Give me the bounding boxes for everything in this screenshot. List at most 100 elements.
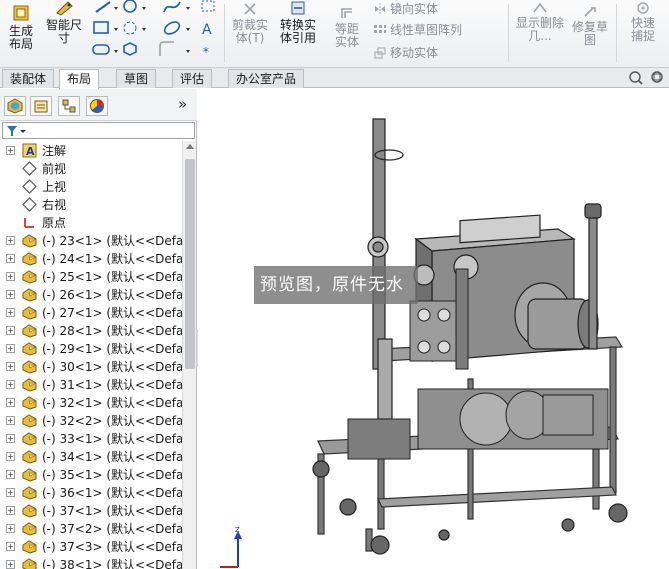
tab-assembly[interactable]: 装配体: [2, 69, 55, 88]
triad-z-label: z: [235, 525, 240, 535]
tree-item-label: (-) 35<1> (默认<<Defau: [42, 467, 182, 482]
tab-layout[interactable]: 布局: [59, 69, 100, 89]
display-manager-tab[interactable]: [86, 96, 108, 116]
configuration-manager-tab[interactable]: [58, 96, 80, 116]
part-icon: [22, 341, 37, 356]
expand-toggle-icon[interactable]: +: [6, 451, 15, 461]
tree-item[interactable]: + (-) 32<2> (默认<<Defau: [0, 411, 182, 429]
feature-manager-tab[interactable]: [4, 96, 26, 116]
plane-icon: [22, 160, 37, 176]
expand-toggle-icon[interactable]: +: [6, 289, 15, 299]
linear-sketch-pattern-label: 线性草图阵列: [390, 23, 463, 37]
quick-snap-icon: [637, 2, 649, 14]
tree-item-label: 原点: [42, 215, 67, 230]
tree-item-label: (-) 32<1> (默认<<Defau: [42, 395, 182, 410]
expand-toggle-icon[interactable]: +: [6, 541, 15, 551]
tree-item[interactable]: + (-) 32<1> (默认<<Defau: [0, 393, 182, 411]
expand-toggle-icon[interactable]: +: [6, 235, 15, 245]
tree-item[interactable]: + (-) 36<1> (默认<<Defau: [0, 483, 182, 501]
trim-entities-button[interactable]: 剪裁实体(T): [228, 2, 272, 45]
expand-toggle-icon[interactable]: +: [6, 433, 15, 443]
tree-item-label: (-) 26<1> (默认<<Defau: [42, 287, 182, 302]
expand-toggle-icon[interactable]: +: [6, 253, 15, 263]
tree-item[interactable]: + (-) 37<3> (默认<<Defau: [0, 537, 182, 555]
tree-item[interactable]: + (-) 34<1> (默认<<Defau: [0, 447, 182, 465]
expand-toggle-icon[interactable]: +: [6, 361, 15, 371]
linear-sketch-pattern-command[interactable]: 线性草图阵列: [374, 21, 462, 38]
scroll-up-arrow[interactable]: [186, 144, 194, 149]
expand-toggle-icon[interactable]: +: [6, 469, 15, 479]
mirror-entities-command[interactable]: 镜向实体: [374, 0, 438, 17]
polygon-point-icon: [123, 21, 137, 35]
tree-item[interactable]: + (-) 27<1> (默认<<Defau: [0, 303, 182, 321]
ellipse-icon: [163, 21, 181, 35]
move-icon: [374, 47, 386, 58]
tree-item[interactable]: + (-) 37<1> (默认<<Defau: [0, 501, 182, 519]
repair-sketch-icon: [584, 7, 596, 17]
expand-panel-icon[interactable]: »: [178, 95, 187, 113]
expand-toggle-icon[interactable]: +: [6, 397, 15, 407]
circle-icon: [123, 0, 137, 13]
feature-manager-panel: » + A 注解 前视 上视 右视 原点 + (-) 23<1> (默认<<Defau + (-) …: [0, 89, 197, 569]
tree-item-label: 上视: [42, 179, 67, 194]
convert-entities-button[interactable]: 转换实体引用: [276, 0, 320, 45]
smart-dimension-button[interactable]: 智能尺寸: [42, 0, 86, 45]
tab-sketch[interactable]: 草图: [116, 69, 157, 88]
move-entities-command[interactable]: 移动实体: [374, 44, 438, 61]
expand-toggle-icon[interactable]: +: [6, 325, 15, 335]
expand-toggle-icon[interactable]: +: [6, 487, 15, 497]
tree-item[interactable]: + (-) 30<1> (默认<<Defau: [0, 357, 182, 375]
tree-item[interactable]: + (-) 28<1> (默认<<Defau: [0, 321, 182, 339]
offset-entities-button[interactable]: 等距实体: [326, 4, 368, 49]
show-delete-relations-button[interactable]: 显示删除几...: [514, 2, 566, 43]
tree-item[interactable]: + (-) 31<1> (默认<<Defau: [0, 375, 182, 393]
move-entities-label: 移动实体: [390, 46, 439, 60]
tree-item[interactable]: + A 注解: [0, 141, 182, 159]
part-icon: [22, 449, 37, 464]
tree-item[interactable]: + (-) 29<1> (默认<<Defau: [0, 339, 182, 357]
tree-scrollbar[interactable]: [182, 141, 196, 569]
tree-item[interactable]: + (-) 38<1> (默认<<Defau: [0, 555, 182, 569]
scroll-thumb[interactable]: [185, 159, 195, 369]
expand-toggle-icon[interactable]: +: [6, 379, 15, 389]
panel-toolbar: »: [0, 89, 197, 121]
graphics-viewport[interactable]: z 预览图，原件无水印: [198, 89, 669, 569]
linear-pattern-icon: [374, 24, 386, 33]
expand-toggle-icon[interactable]: +: [6, 307, 15, 317]
tree-item[interactable]: 右视: [0, 195, 182, 213]
tab-evaluate[interactable]: 评估: [172, 69, 213, 88]
tree-item-label: (-) 33<1> (默认<<Defau: [42, 431, 182, 446]
tree-item[interactable]: + (-) 33<1> (默认<<Defau: [0, 429, 182, 447]
expand-toggle-icon[interactable]: +: [6, 505, 15, 515]
tree-item[interactable]: 上视: [0, 177, 182, 195]
part-icon: [22, 233, 37, 248]
tree-item[interactable]: + (-) 35<1> (默认<<Defau: [0, 465, 182, 483]
line-icon: [95, 1, 111, 13]
part-icon: [22, 521, 37, 536]
tree-item[interactable]: + (-) 25<1> (默认<<Defau: [0, 267, 182, 285]
layout-icon: [13, 5, 29, 21]
part-icon: [22, 251, 37, 266]
tree-item[interactable]: + (-) 26<1> (默认<<Defau: [0, 285, 182, 303]
tree-item[interactable]: 原点: [0, 213, 182, 231]
tab-office-products[interactable]: 办公室产品: [228, 69, 305, 88]
property-manager-tab[interactable]: [30, 96, 52, 116]
tree-item-label: (-) 27<1> (默认<<Defau: [42, 305, 182, 320]
expand-toggle-icon[interactable]: +: [6, 415, 15, 425]
repair-sketch-button[interactable]: 修复草图: [568, 6, 612, 47]
tree-item-label: (-) 28<1> (默认<<Defau: [42, 323, 182, 338]
configuration-icon: [62, 99, 76, 113]
expand-toggle-icon[interactable]: +: [6, 523, 15, 533]
tree-item[interactable]: + (-) 37<2> (默认<<Defau: [0, 519, 182, 537]
expand-toggle-icon[interactable]: +: [6, 559, 15, 569]
generate-layout-button[interactable]: 生成布局: [4, 4, 38, 51]
part-icon: [22, 305, 37, 320]
expand-toggle-icon[interactable]: +: [6, 343, 15, 353]
tree-item[interactable]: + (-) 24<1> (默认<<Defau: [0, 249, 182, 267]
tree-filter-field[interactable]: [2, 122, 195, 139]
quick-snap-button[interactable]: 快速捕捉: [620, 2, 666, 43]
expand-toggle-icon[interactable]: +: [6, 271, 15, 281]
tree-item[interactable]: 前视: [0, 159, 182, 177]
tree-item[interactable]: + (-) 23<1> (默认<<Defau: [0, 231, 182, 249]
expand-toggle-icon[interactable]: +: [6, 145, 15, 155]
